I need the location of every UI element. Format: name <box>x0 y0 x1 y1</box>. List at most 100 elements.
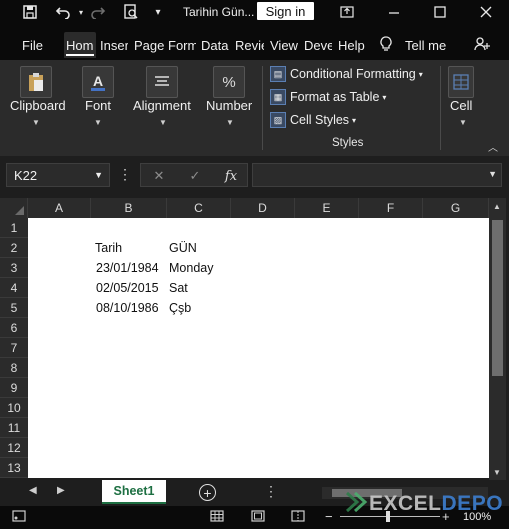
ribbon-tabs: File Hom Inser Page Form Data Revie View… <box>0 24 509 60</box>
row-header[interactable]: 3 <box>0 258 28 278</box>
column-header-a[interactable]: A <box>28 198 91 218</box>
collapse-ribbon-icon[interactable]: ︿ <box>488 139 498 154</box>
row-header[interactable]: 8 <box>0 358 28 378</box>
row-header[interactable]: 6 <box>0 318 28 338</box>
tab-page-layout[interactable]: Page <box>132 32 164 58</box>
chevron-down-icon: ▼ <box>32 118 40 127</box>
save-icon[interactable] <box>20 2 40 22</box>
font-group[interactable]: A Font ▼ <box>72 60 124 156</box>
row-header[interactable]: 12 <box>0 438 28 458</box>
excel-depo-watermark: EXCELDEPO <box>345 491 503 516</box>
format-as-table-button[interactable]: ▦ Format as Table ▾ <box>270 87 386 107</box>
logo-mark-icon <box>345 491 368 513</box>
close-icon[interactable] <box>476 2 496 22</box>
tab-home[interactable]: Hom <box>64 32 96 58</box>
previous-sheet-icon[interactable]: ◀ <box>29 485 37 496</box>
scroll-up-icon[interactable]: ▲ <box>493 202 501 211</box>
tab-developer[interactable]: Deve <box>302 32 332 58</box>
scroll-down-icon[interactable]: ▼ <box>493 468 501 477</box>
column-header-e[interactable]: E <box>295 198 359 218</box>
column-header-f[interactable]: F <box>359 198 423 218</box>
print-preview-icon[interactable] <box>121 2 141 22</box>
formula-input[interactable]: ▼ <box>252 163 502 187</box>
conditional-formatting-button[interactable]: ▤ Conditional Formatting ▾ <box>270 64 423 84</box>
customize-toolbar-icon[interactable]: ▾ <box>148 2 168 22</box>
sheet-tab-sheet1[interactable]: Sheet1 <box>102 480 166 504</box>
row-header[interactable]: 7 <box>0 338 28 358</box>
chevron-down-icon: ▾ <box>352 115 357 125</box>
cell-b4[interactable]: 02/05/2015 <box>96 278 159 298</box>
tab-data[interactable]: Data <box>199 32 229 58</box>
cancel-icon[interactable]: ✕ <box>149 167 169 185</box>
enter-icon[interactable]: ✓ <box>185 167 205 185</box>
cell-c4[interactable]: Sat <box>169 278 188 298</box>
minimize-icon[interactable] <box>384 0 404 20</box>
tab-review[interactable]: Revie <box>233 32 264 58</box>
next-sheet-icon[interactable]: ▶ <box>57 485 65 496</box>
window-title: Tarihin Gün... <box>183 5 255 19</box>
insert-function-icon[interactable]: fx <box>221 167 241 185</box>
cell-b3[interactable]: 23/01/1984 <box>96 258 159 278</box>
row-header[interactable]: 10 <box>0 398 28 418</box>
cell-c5[interactable]: Çşb <box>169 298 191 318</box>
cell-styles-button[interactable]: ▨ Cell Styles ▾ <box>270 110 356 130</box>
row-header[interactable]: 1 <box>0 218 28 238</box>
number-group[interactable]: % Number ▼ <box>202 60 258 156</box>
redo-icon[interactable] <box>88 2 108 22</box>
cell-b2[interactable]: Tarih <box>95 238 122 258</box>
column-header-g[interactable]: G <box>423 198 489 218</box>
select-all-button[interactable] <box>0 198 28 218</box>
chevron-down-icon: ▼ <box>159 118 167 127</box>
more-options-icon[interactable]: ⋮ <box>118 166 132 183</box>
macro-recording-icon[interactable] <box>10 508 28 524</box>
page-layout-view-icon[interactable] <box>249 508 267 524</box>
vertical-scrollbar[interactable]: ▲ ▼ <box>489 198 506 480</box>
sign-in-button[interactable]: Sign in <box>257 2 314 20</box>
cell-c2[interactable]: GÜN <box>169 238 197 258</box>
chevron-down-icon: ▼ <box>226 118 234 127</box>
number-label: Number <box>206 98 253 113</box>
tab-split-handle-icon[interactable]: ⋮ <box>264 483 278 500</box>
page-break-view-icon[interactable] <box>289 508 307 524</box>
tab-file[interactable]: File <box>20 32 46 58</box>
expand-formula-bar-icon[interactable]: ▼ <box>488 169 497 179</box>
clipboard-icon <box>20 66 52 98</box>
undo-icon[interactable] <box>53 2 73 22</box>
lightbulb-icon[interactable] <box>376 34 396 54</box>
formula-buttons: ✕ ✓ fx <box>140 163 248 187</box>
row-header[interactable]: 13 <box>0 458 28 478</box>
tab-help[interactable]: Help <box>336 32 366 58</box>
scrollbar-thumb[interactable] <box>492 220 503 376</box>
ribbon-display-options-icon[interactable] <box>337 2 357 22</box>
row-header[interactable]: 4 <box>0 278 28 298</box>
svg-text:A: A <box>93 73 103 89</box>
tell-me-search[interactable]: Tell me <box>403 32 453 58</box>
row-header[interactable]: 5 <box>0 298 28 318</box>
column-header-b[interactable]: B <box>91 198 167 218</box>
alignment-group[interactable]: Alignment ▼ <box>128 60 198 156</box>
row-header[interactable]: 2 <box>0 238 28 258</box>
zoom-out-icon[interactable]: − <box>325 509 333 524</box>
share-icon[interactable] <box>472 34 492 54</box>
tab-view[interactable]: View <box>268 32 298 58</box>
column-header-d[interactable]: D <box>231 198 295 218</box>
column-header-c[interactable]: C <box>167 198 231 218</box>
zoom-slider[interactable] <box>340 516 440 517</box>
chevron-down-icon[interactable]: ▼ <box>94 170 103 180</box>
watermark-text-a: EXCEL <box>369 492 442 515</box>
name-box[interactable]: K22 ▼ <box>6 163 110 187</box>
cell-c3[interactable]: Monday <box>169 258 213 278</box>
add-sheet-icon[interactable]: + <box>199 484 216 501</box>
format-as-table-label: Format as Table <box>290 90 380 104</box>
row-header[interactable]: 9 <box>0 378 28 398</box>
normal-view-icon[interactable] <box>208 508 226 524</box>
font-color-icon: A <box>82 66 114 98</box>
row-header[interactable]: 11 <box>0 418 28 438</box>
tab-insert[interactable]: Inser <box>98 32 128 58</box>
cell-b5[interactable]: 08/10/1986 <box>96 298 159 318</box>
tab-formulas[interactable]: Form <box>166 32 196 58</box>
maximize-icon[interactable] <box>430 2 450 22</box>
alignment-label: Alignment <box>133 98 191 113</box>
cells-group[interactable]: Cell ▼ <box>446 60 486 156</box>
clipboard-group[interactable]: Clipboard ▼ <box>0 60 72 156</box>
